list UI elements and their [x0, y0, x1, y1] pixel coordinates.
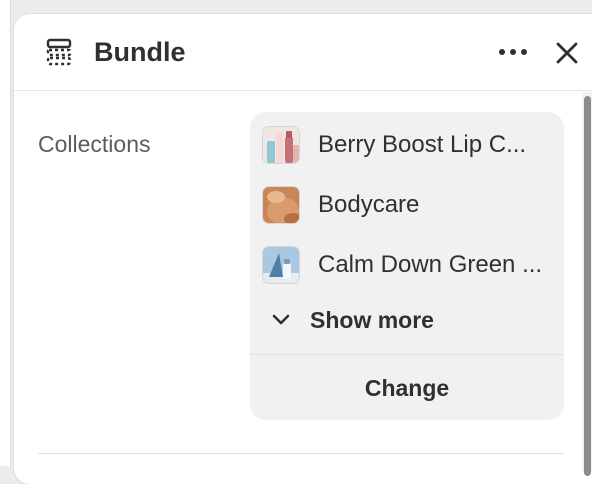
panel-title: Bundle [94, 37, 186, 67]
collections-card: Berry Boost Lip C... Bodycare Calm Down … [250, 112, 564, 420]
lip-products-thumbnail [262, 126, 300, 164]
collection-item-label: Calm Down Green ... [318, 251, 543, 278]
collections-label: Collections [38, 131, 151, 157]
collection-item[interactable]: Berry Boost Lip C... [250, 114, 564, 174]
close-button[interactable] [550, 36, 582, 68]
panel-header: Bundle [14, 14, 592, 91]
background-panel-edge [0, 0, 11, 466]
section-divider [38, 453, 564, 454]
collection-item-label: Bodycare [318, 191, 420, 218]
panel-scrollbar[interactable] [582, 92, 592, 476]
collection-item[interactable]: Bodycare [250, 174, 564, 234]
skin-thumbnail [262, 186, 300, 224]
close-icon [550, 42, 582, 72]
more-horizontal-icon [494, 49, 534, 72]
collection-item[interactable]: Calm Down Green ... [250, 234, 564, 294]
bundle-panel: Bundle Collections Berry Boost Lip C... … [14, 14, 592, 484]
chevron-down-icon [268, 308, 294, 332]
more-actions-button[interactable] [494, 36, 534, 68]
show-more-label: Show more [310, 307, 434, 333]
change-button[interactable]: Change [250, 355, 564, 420]
bundle-icon [44, 38, 74, 66]
collection-item-label: Berry Boost Lip C... [318, 131, 527, 158]
green-product-thumbnail [262, 246, 300, 284]
scrollbar-thumb[interactable] [584, 96, 591, 476]
